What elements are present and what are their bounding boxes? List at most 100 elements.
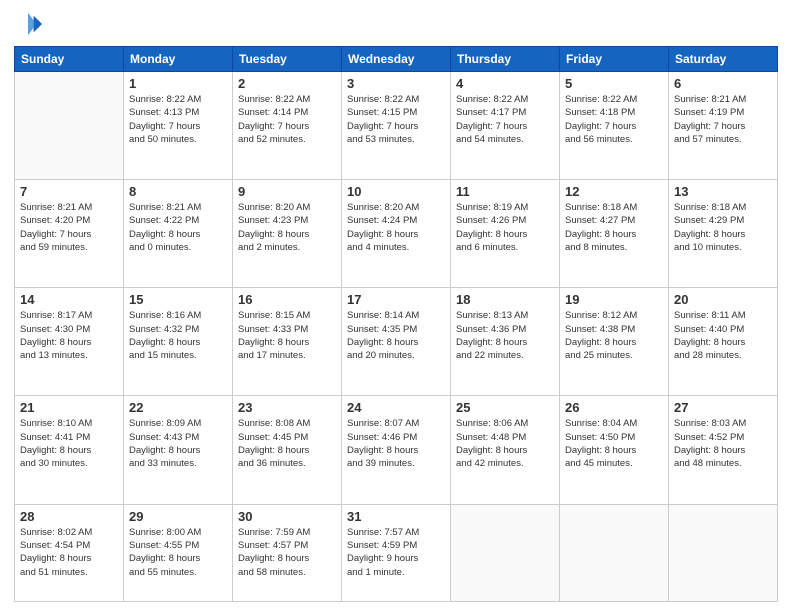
header-day-monday: Monday bbox=[124, 47, 233, 72]
week-row-1: 1 Sunrise: 8:22 AMSunset: 4:13 PMDaylight… bbox=[15, 72, 778, 180]
day-number: 16 bbox=[238, 292, 336, 307]
day-detail: Sunrise: 8:14 AMSunset: 4:35 PMDaylight:… bbox=[347, 309, 445, 362]
day-number: 18 bbox=[456, 292, 554, 307]
day-detail: Sunrise: 8:17 AMSunset: 4:30 PMDaylight:… bbox=[20, 309, 118, 362]
header-day-friday: Friday bbox=[560, 47, 669, 72]
day-detail: Sunrise: 8:04 AMSunset: 4:50 PMDaylight:… bbox=[565, 417, 663, 470]
day-number: 20 bbox=[674, 292, 772, 307]
day-detail: Sunrise: 8:02 AMSunset: 4:54 PMDaylight:… bbox=[20, 526, 118, 579]
day-detail: Sunrise: 8:22 AMSunset: 4:18 PMDaylight:… bbox=[565, 93, 663, 146]
day-number: 24 bbox=[347, 400, 445, 415]
day-detail: Sunrise: 8:22 AMSunset: 4:13 PMDaylight:… bbox=[129, 93, 227, 146]
logo bbox=[14, 10, 46, 38]
calendar-cell: 8Sunrise: 8:21 AMSunset: 4:22 PMDaylight… bbox=[124, 180, 233, 288]
day-detail: Sunrise: 8:06 AMSunset: 4:48 PMDaylight:… bbox=[456, 417, 554, 470]
calendar-cell: 24 Sunrise: 8:07 AMSunset: 4:46 PMDayligh… bbox=[342, 396, 451, 504]
calendar-cell: 13 Sunrise: 8:18 AMSunset: 4:29 PMDayligh… bbox=[669, 180, 778, 288]
calendar-cell: 31 Sunrise: 7:57 AMSunset: 4:59 PMDayligh… bbox=[342, 504, 451, 601]
calendar-cell: 15 Sunrise: 8:16 AMSunset: 4:32 PMDayligh… bbox=[124, 288, 233, 396]
day-detail: Sunrise: 8:13 AMSunset: 4:36 PMDaylight:… bbox=[456, 309, 554, 362]
header-day-tuesday: Tuesday bbox=[233, 47, 342, 72]
day-number: 15 bbox=[129, 292, 227, 307]
day-number: 11 bbox=[456, 184, 554, 199]
calendar-cell: 16 Sunrise: 8:15 AMSunset: 4:33 PMDayligh… bbox=[233, 288, 342, 396]
calendar-cell: 9Sunrise: 8:20 AMSunset: 4:23 PMDaylight… bbox=[233, 180, 342, 288]
calendar-cell: 20 Sunrise: 8:11 AMSunset: 4:40 PMDayligh… bbox=[669, 288, 778, 396]
day-detail: Sunrise: 8:18 AMSunset: 4:29 PMDaylight:… bbox=[674, 201, 772, 254]
calendar-cell: 29 Sunrise: 8:00 AMSunset: 4:55 PMDayligh… bbox=[124, 504, 233, 601]
calendar-cell: 23Sunrise: 8:08 AMSunset: 4:45 PMDayligh… bbox=[233, 396, 342, 504]
calendar-cell: 25 Sunrise: 8:06 AMSunset: 4:48 PMDayligh… bbox=[451, 396, 560, 504]
day-detail: Sunrise: 8:16 AMSunset: 4:32 PMDaylight:… bbox=[129, 309, 227, 362]
header bbox=[14, 10, 778, 38]
calendar-cell: 5 Sunrise: 8:22 AMSunset: 4:18 PMDaylight… bbox=[560, 72, 669, 180]
calendar-cell: 14 Sunrise: 8:17 AMSunset: 4:30 PMDayligh… bbox=[15, 288, 124, 396]
calendar-cell: 3 Sunrise: 8:22 AMSunset: 4:15 PMDaylight… bbox=[342, 72, 451, 180]
calendar-cell: 6Sunrise: 8:21 AMSunset: 4:19 PMDaylight… bbox=[669, 72, 778, 180]
day-number: 29 bbox=[129, 509, 227, 524]
header-row: SundayMondayTuesdayWednesdayThursdayFrid… bbox=[15, 47, 778, 72]
day-number: 10 bbox=[347, 184, 445, 199]
day-detail: Sunrise: 8:19 AMSunset: 4:26 PMDaylight:… bbox=[456, 201, 554, 254]
calendar-cell: 17 Sunrise: 8:14 AMSunset: 4:35 PMDayligh… bbox=[342, 288, 451, 396]
day-detail: Sunrise: 8:22 AMSunset: 4:14 PMDaylight:… bbox=[238, 93, 336, 146]
day-number: 8 bbox=[129, 184, 227, 199]
calendar-cell: 12 Sunrise: 8:18 AMSunset: 4:27 PMDayligh… bbox=[560, 180, 669, 288]
day-number: 13 bbox=[674, 184, 772, 199]
day-detail: Sunrise: 8:20 AMSunset: 4:24 PMDaylight:… bbox=[347, 201, 445, 254]
calendar-cell: 26 Sunrise: 8:04 AMSunset: 4:50 PMDayligh… bbox=[560, 396, 669, 504]
day-detail: Sunrise: 8:12 AMSunset: 4:38 PMDaylight:… bbox=[565, 309, 663, 362]
day-number: 31 bbox=[347, 509, 445, 524]
header-day-sunday: Sunday bbox=[15, 47, 124, 72]
calendar-cell: 7 Sunrise: 8:21 AMSunset: 4:20 PMDaylight… bbox=[15, 180, 124, 288]
week-row-2: 7 Sunrise: 8:21 AMSunset: 4:20 PMDaylight… bbox=[15, 180, 778, 288]
calendar-cell: 4Sunrise: 8:22 AMSunset: 4:17 PMDaylight… bbox=[451, 72, 560, 180]
calendar-cell bbox=[560, 504, 669, 601]
day-number: 14 bbox=[20, 292, 118, 307]
day-number: 19 bbox=[565, 292, 663, 307]
day-number: 1 bbox=[129, 76, 227, 91]
day-detail: Sunrise: 8:18 AMSunset: 4:27 PMDaylight:… bbox=[565, 201, 663, 254]
day-detail: Sunrise: 8:00 AMSunset: 4:55 PMDaylight:… bbox=[129, 526, 227, 579]
header-day-wednesday: Wednesday bbox=[342, 47, 451, 72]
calendar-cell: 27Sunrise: 8:03 AMSunset: 4:52 PMDayligh… bbox=[669, 396, 778, 504]
day-number: 7 bbox=[20, 184, 118, 199]
calendar-cell: 10 Sunrise: 8:20 AMSunset: 4:24 PMDayligh… bbox=[342, 180, 451, 288]
calendar-cell: 1 Sunrise: 8:22 AMSunset: 4:13 PMDaylight… bbox=[124, 72, 233, 180]
day-number: 17 bbox=[347, 292, 445, 307]
calendar-cell: 18 Sunrise: 8:13 AMSunset: 4:36 PMDayligh… bbox=[451, 288, 560, 396]
day-detail: Sunrise: 8:11 AMSunset: 4:40 PMDaylight:… bbox=[674, 309, 772, 362]
day-detail: Sunrise: 8:15 AMSunset: 4:33 PMDaylight:… bbox=[238, 309, 336, 362]
week-row-3: 14 Sunrise: 8:17 AMSunset: 4:30 PMDayligh… bbox=[15, 288, 778, 396]
calendar-cell bbox=[15, 72, 124, 180]
calendar-cell bbox=[451, 504, 560, 601]
day-detail: Sunrise: 8:10 AMSunset: 4:41 PMDaylight:… bbox=[20, 417, 118, 470]
day-number: 23 bbox=[238, 400, 336, 415]
day-detail: Sunrise: 7:57 AMSunset: 4:59 PMDaylight:… bbox=[347, 526, 445, 579]
day-detail: Sunrise: 7:59 AMSunset: 4:57 PMDaylight:… bbox=[238, 526, 336, 579]
calendar-table: SundayMondayTuesdayWednesdayThursdayFrid… bbox=[14, 46, 778, 602]
day-number: 30 bbox=[238, 509, 336, 524]
day-number: 3 bbox=[347, 76, 445, 91]
day-number: 12 bbox=[565, 184, 663, 199]
day-number: 5 bbox=[565, 76, 663, 91]
calendar-cell: 22Sunrise: 8:09 AMSunset: 4:43 PMDayligh… bbox=[124, 396, 233, 504]
day-number: 26 bbox=[565, 400, 663, 415]
day-number: 9 bbox=[238, 184, 336, 199]
week-row-5: 28Sunrise: 8:02 AMSunset: 4:54 PMDayligh… bbox=[15, 504, 778, 601]
day-detail: Sunrise: 8:22 AMSunset: 4:17 PMDaylight:… bbox=[456, 93, 554, 146]
day-number: 25 bbox=[456, 400, 554, 415]
calendar-cell: 21Sunrise: 8:10 AMSunset: 4:41 PMDayligh… bbox=[15, 396, 124, 504]
calendar-cell: 11 Sunrise: 8:19 AMSunset: 4:26 PMDayligh… bbox=[451, 180, 560, 288]
calendar-cell: 28Sunrise: 8:02 AMSunset: 4:54 PMDayligh… bbox=[15, 504, 124, 601]
day-detail: Sunrise: 8:22 AMSunset: 4:15 PMDaylight:… bbox=[347, 93, 445, 146]
day-detail: Sunrise: 8:09 AMSunset: 4:43 PMDaylight:… bbox=[129, 417, 227, 470]
day-detail: Sunrise: 8:07 AMSunset: 4:46 PMDaylight:… bbox=[347, 417, 445, 470]
day-number: 2 bbox=[238, 76, 336, 91]
calendar-cell: 2 Sunrise: 8:22 AMSunset: 4:14 PMDaylight… bbox=[233, 72, 342, 180]
day-number: 6 bbox=[674, 76, 772, 91]
day-detail: Sunrise: 8:21 AMSunset: 4:20 PMDaylight:… bbox=[20, 201, 118, 254]
logo-icon bbox=[14, 10, 42, 38]
calendar-cell: 19 Sunrise: 8:12 AMSunset: 4:38 PMDayligh… bbox=[560, 288, 669, 396]
header-day-saturday: Saturday bbox=[669, 47, 778, 72]
